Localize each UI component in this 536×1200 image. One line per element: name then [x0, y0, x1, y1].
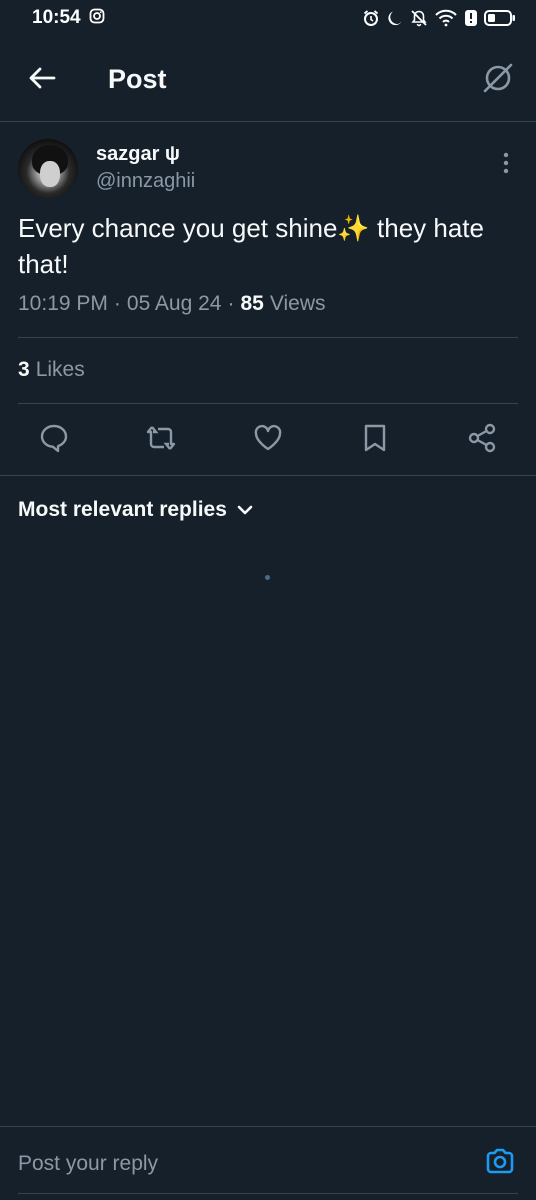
post-text: Every chance you get shine✨ they hate th… — [18, 213, 484, 279]
wifi-icon — [434, 9, 458, 27]
battery-icon — [484, 9, 516, 27]
more-options-button[interactable] — [494, 150, 518, 180]
more-vertical-icon — [503, 152, 509, 179]
back-button[interactable] — [22, 62, 62, 98]
reply-input[interactable] — [18, 1147, 438, 1181]
loading-indicator — [265, 575, 270, 580]
bell-off-icon — [410, 9, 428, 27]
status-bar: 10:54 — [0, 0, 536, 36]
views-label: Views — [269, 292, 326, 315]
reply-icon — [39, 423, 69, 458]
post-date: 05 Aug 24 — [126, 292, 222, 315]
repost-button[interactable] — [145, 424, 177, 456]
camera-icon — [485, 1147, 515, 1180]
post-time: 10:19 PM — [18, 292, 108, 315]
alarm-icon — [362, 9, 380, 27]
bookmark-icon — [362, 423, 388, 458]
author-name[interactable]: sazgar ψ — [96, 143, 180, 166]
likes-count: 3 — [18, 358, 30, 381]
views-count: 85 — [240, 292, 264, 315]
divider — [18, 337, 518, 338]
post-meta: 10:19 PM · 05 Aug 24 · 85 Views — [18, 292, 325, 316]
share-button[interactable] — [466, 423, 498, 458]
like-icon — [253, 424, 283, 457]
arrow-left-icon — [28, 66, 56, 95]
author-handle[interactable]: @innzaghii — [96, 170, 195, 193]
alert-icon — [464, 9, 478, 27]
grok-icon — [481, 61, 515, 100]
bookmark-button[interactable] — [359, 424, 391, 456]
camera-button[interactable] — [484, 1147, 516, 1179]
post-author: sazgar ψ @innzaghii — [0, 122, 536, 212]
moon-icon — [386, 9, 404, 27]
reply-button[interactable] — [38, 424, 70, 456]
reply-input-underline — [18, 1193, 518, 1194]
avatar[interactable] — [18, 139, 78, 199]
likes-label: Likes — [35, 358, 85, 381]
repost-icon — [145, 423, 177, 458]
meta-separator: · — [113, 292, 121, 315]
replies-sort-label: Most relevant replies — [18, 498, 227, 521]
likes-summary[interactable]: 3 Likes — [18, 358, 85, 382]
page-title: Post — [108, 64, 167, 94]
reply-composer — [0, 1126, 536, 1200]
share-icon — [467, 423, 497, 458]
like-button[interactable] — [252, 424, 284, 456]
replies-sort-dropdown[interactable]: Most relevant replies — [18, 498, 253, 522]
grok-button[interactable] — [478, 60, 518, 100]
meta-separator: · — [227, 292, 235, 315]
post-action-bar — [0, 404, 536, 476]
chevron-down-icon — [237, 498, 253, 522]
status-time: 10:54 — [32, 7, 81, 28]
instagram-icon — [89, 8, 105, 29]
top-app-bar: Post — [0, 36, 536, 122]
